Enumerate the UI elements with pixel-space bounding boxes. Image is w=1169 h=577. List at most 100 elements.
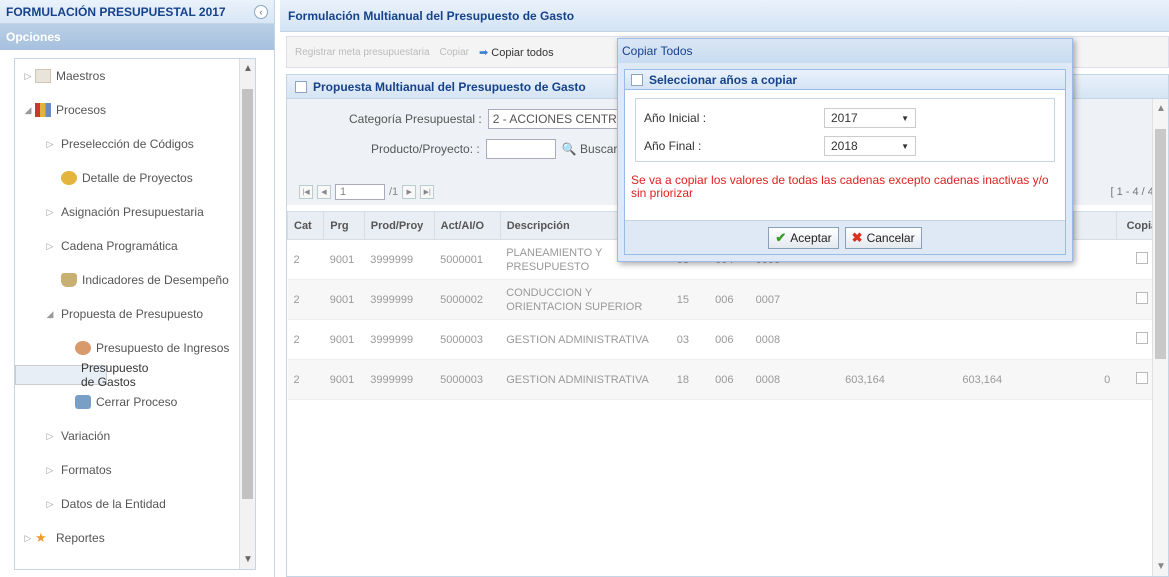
collapse-panel-button[interactable]: ‹ [254,4,268,19]
cell: 603,164 [839,359,957,400]
prev-page-icon[interactable]: ◀ [317,185,331,199]
scroll-thumb[interactable] [1155,129,1166,359]
col-prg[interactable]: Prg [323,211,365,240]
tree-item-variacion[interactable]: ▷ Variación [15,419,255,453]
close-icon: ✖ [851,229,863,245]
cell: 603,164 [956,359,1074,400]
copy-checkbox[interactable] [1135,332,1148,344]
table-row[interactable]: 2 9001 3999999 5000002 CONDUCCION Y ORIE… [287,279,1168,320]
folder-icon [35,69,51,83]
grid-scrollbar[interactable]: ▲ ▼ [1152,99,1168,576]
cell: 2 [287,239,324,280]
cell [839,279,957,320]
cell: 2 [287,319,324,360]
table-row[interactable]: 2 9001 3999999 5000003 GESTION ADMINISTR… [287,319,1168,360]
cell: 03 [670,319,710,360]
cell: GESTION ADMINISTRATIVA [500,359,671,400]
tree-item-detalle-proyectos[interactable]: Detalle de Proyectos [15,161,255,195]
scroll-up-icon[interactable]: ▲ [243,63,253,74]
tree-item-label: Cerrar Proceso [96,395,178,409]
cell [1073,279,1117,320]
end-year-row: Año Final : 2018 ▼ [644,133,1054,159]
tree-item-label: Variación [61,429,111,443]
section-icon [631,73,643,86]
nav-tree: ▷ Maestros ◢ Procesos ▷ Preselección de … [14,58,256,570]
col-prod[interactable]: Prod/Proy [363,211,435,240]
expand-arrow-icon[interactable]: ▷ [43,499,57,510]
tree-item-label: Datos de la Entidad [61,497,166,511]
scroll-up-icon[interactable]: ▲ [1156,103,1166,114]
copy-all-button[interactable]: ➡ Copiar todos [479,46,554,59]
scroll-down-icon[interactable]: ▼ [1156,561,1166,572]
start-year-label: Año Inicial : [644,111,707,125]
expand-arrow-icon[interactable]: ▷ [43,431,57,442]
table-row[interactable]: 2 9001 3999999 5000003 GESTION ADMINISTR… [287,359,1168,400]
register-meta-button[interactable]: Registrar meta presupuestaria [295,47,430,58]
collapse-arrow-icon[interactable]: ◢ [43,309,57,320]
first-page-icon[interactable]: |◀ [299,185,313,199]
tree-item-cerrar[interactable]: Cerrar Proceso [15,385,255,419]
category-select[interactable]: 2 - ACCIONES CENTR [487,109,628,129]
start-year-select[interactable]: 2017 ▼ [824,108,916,128]
tree-item-label: Indicadores de Desempeño [82,273,229,287]
cell [1073,239,1117,280]
tree-item-asignacion[interactable]: ▷ Asignación Presupuestaria [15,195,255,229]
dialog-title[interactable]: Copiar Todos [618,39,1072,63]
end-year-select[interactable]: 2018 ▼ [824,136,916,156]
copy-button[interactable]: Copiar [440,47,469,58]
accept-label: Aceptar [790,230,832,245]
tree-item-label: Propuesta de Presupuesto [61,307,204,321]
copy-checkbox[interactable] [1135,252,1148,264]
dialog-body: Seleccionar años a copiar Año Inicial : … [624,69,1066,255]
last-page-icon[interactable]: ▶| [420,185,435,199]
cancel-button[interactable]: ✖ Cancelar [844,226,922,249]
product-row: Producto/Proyecto: : 🔍 Buscar [371,139,617,159]
copy-checkbox[interactable] [1135,372,1148,384]
tree-item-reportes[interactable]: ▷ ★ Reportes [15,521,255,555]
tree-item-ingresos[interactable]: Presupuesto de Ingresos [15,331,255,365]
col-cat[interactable]: Cat [286,211,325,240]
expand-arrow-icon[interactable]: ▷ [21,71,35,82]
tree-item-propuesta[interactable]: ◢ Propuesta de Presupuesto [15,297,255,331]
collapse-arrow-icon[interactable]: ◢ [21,105,35,116]
cell: 0008 [749,319,840,360]
tree-item-label: Reportes [56,531,105,545]
tree-item-maestros[interactable]: ▷ Maestros [15,59,255,93]
year-fields: Año Inicial : 2017 ▼ Año Final : 2018 ▼ [635,98,1055,162]
cell: 5000001 [434,239,501,280]
expand-arrow-icon[interactable]: ▷ [43,465,57,476]
accept-button[interactable]: ✔ Aceptar [768,226,839,249]
expand-arrow-icon[interactable]: ▷ [43,139,57,150]
col-act[interactable]: Act/AI/O [433,211,501,240]
tree-item-label: Presupuesto de Gastos [81,361,149,389]
cell: 9001 [323,359,365,400]
product-input[interactable] [485,139,556,159]
books-icon [35,103,51,117]
expand-arrow-icon[interactable]: ▷ [43,241,57,252]
tree-item-indicadores[interactable]: Indicadores de Desempeño [15,263,255,297]
tree-item-preseleccion[interactable]: ▷ Preselección de Códigos [15,127,255,161]
cell: 006 [709,319,750,360]
col-10[interactable] [1073,211,1117,240]
tree-item-datos-entidad[interactable]: ▷ Datos de la Entidad [15,487,255,521]
tree-item-formatos[interactable]: ▷ Formatos [15,453,255,487]
scroll-down-icon[interactable]: ▼ [243,554,253,565]
copy-all-dialog: Copiar Todos Seleccionar años a copiar A… [617,38,1073,262]
copy-checkbox[interactable] [1135,292,1148,304]
expand-arrow-icon[interactable]: ▷ [21,533,35,544]
chevron-down-icon: ▼ [901,113,909,123]
expand-arrow-icon[interactable]: ▷ [43,207,57,218]
pc-icon [75,395,91,409]
next-page-icon[interactable]: ▶ [402,185,417,199]
tree-item-label: Procesos [56,103,107,117]
cell: 3999999 [364,239,435,280]
tree-item-gastos[interactable]: Presupuesto de Gastos [15,361,148,389]
tree-item-procesos[interactable]: ◢ Procesos [15,93,255,127]
scroll-thumb[interactable] [242,89,253,499]
search-button[interactable]: 🔍 Buscar [562,142,618,156]
page-input[interactable]: 1 [335,184,385,200]
tree-item-cadena[interactable]: ▷ Cadena Programática [15,229,255,263]
tree-scrollbar[interactable]: ▲ ▼ [239,59,255,569]
cell: 5000003 [434,319,501,360]
check-icon: ✔ [775,229,787,245]
